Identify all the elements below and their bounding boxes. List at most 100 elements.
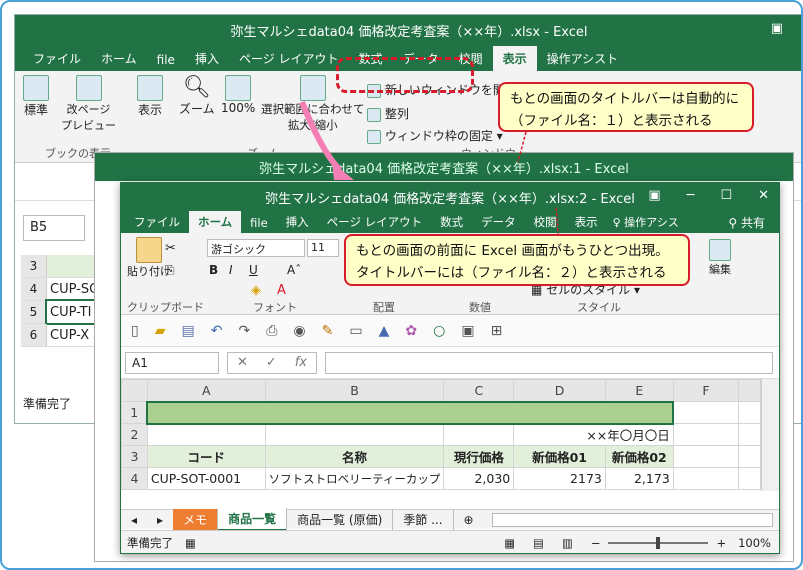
header-cell[interactable]: 現行価格	[443, 445, 515, 468]
column-header[interactable]: A	[146, 379, 266, 402]
sheet-tab-season[interactable]: 季節 ...	[393, 509, 454, 530]
tell-me-box[interactable]: 操作アシスト	[537, 46, 629, 71]
column-header[interactable]: C	[443, 379, 515, 402]
page-break-preview-button[interactable]: 改ページ プレビュー	[61, 75, 116, 133]
sheet-tab-products[interactable]: 商品一覧	[218, 508, 288, 531]
font-name-select[interactable]: 游ゴシック	[207, 239, 305, 257]
tab-page-layout[interactable]: ページ レイアウト	[229, 46, 349, 71]
name-box[interactable]: A1	[125, 351, 219, 374]
data-cell[interactable]: ソフトストロベリーティーカップ	[264, 467, 445, 490]
underline-button[interactable]: U	[249, 263, 258, 277]
tab-view[interactable]: 表示	[492, 46, 537, 71]
close-icon[interactable]: ✕	[758, 188, 769, 203]
data-cell[interactable]: 2173	[513, 467, 606, 490]
page-break-icon[interactable]: ▥	[562, 536, 573, 550]
zoom-level[interactable]: 100%	[738, 536, 771, 550]
restore-icon[interactable]: ▣	[771, 21, 783, 36]
cancel-icon[interactable]: ✕	[237, 355, 248, 370]
sheet-tab-products-cost[interactable]: 商品一覧 (原価)	[287, 509, 394, 530]
freeze-icon	[367, 129, 381, 144]
normal-view-icon[interactable]: ▦	[504, 536, 515, 550]
vertical-scrollbar[interactable]	[761, 379, 779, 491]
picture-icon[interactable]: ▣	[461, 323, 474, 339]
date-cell[interactable]: ××年〇月〇日	[513, 423, 674, 446]
minimize-icon[interactable]: ─	[687, 188, 695, 203]
header-cell[interactable]: 新価格01	[513, 445, 606, 468]
tab-view[interactable]: 表示	[566, 211, 607, 233]
horizontal-scrollbar[interactable]	[491, 512, 773, 527]
print-preview-icon[interactable]: ⎙	[266, 323, 277, 339]
zoom-out-icon[interactable]: −	[591, 536, 601, 550]
data-cell[interactable]: CUP-SOT-0001	[146, 467, 266, 490]
column-header[interactable]: F	[672, 379, 740, 402]
sheet-tab-memo[interactable]: メモ	[173, 509, 219, 530]
tab-page-layout[interactable]: ページ レイアウト	[318, 211, 431, 233]
new-file-icon[interactable]: ▯	[131, 323, 139, 339]
redo-icon[interactable]: ↷	[238, 323, 250, 339]
page-layout-icon[interactable]: ▤	[533, 536, 544, 550]
chart-icon[interactable]: ▲	[379, 323, 390, 339]
maximize-icon[interactable]: ☐	[720, 188, 732, 203]
selected-cell-a1[interactable]	[146, 400, 675, 425]
font-color-icon[interactable]: A	[277, 283, 286, 298]
tab-file2[interactable]: file	[147, 49, 185, 71]
column-header[interactable]: E	[604, 379, 674, 402]
select-all-corner[interactable]	[121, 379, 148, 402]
shapes-icon[interactable]: ✿	[405, 323, 417, 339]
alignment-group-label: 配置	[373, 301, 395, 314]
freeze-panes-button[interactable]: ウィンドウ枠の固定 ▾	[367, 127, 503, 144]
add-sheet-icon[interactable]: ⊕	[454, 511, 484, 529]
fill-color-icon[interactable]: ◈	[251, 283, 261, 298]
tab-formulas[interactable]: 数式	[431, 211, 472, 233]
camera-icon[interactable]: ◉	[293, 323, 305, 339]
data-cell[interactable]: 2,030	[443, 467, 515, 490]
add-icon[interactable]: ⊞	[491, 323, 503, 339]
header-cell[interactable]: 新価格02	[604, 445, 674, 468]
tab-home[interactable]: ホーム	[91, 46, 147, 71]
border-icon[interactable]: ▭	[349, 323, 362, 339]
format-painter-icon[interactable]: ✎	[322, 323, 334, 339]
column-header-row: A B C D E F	[121, 379, 761, 402]
column-header[interactable]: B	[264, 379, 445, 402]
zoom-button[interactable]: 🔍︎ ズーム	[179, 75, 215, 117]
macro-record-icon[interactable]: ▦	[185, 536, 196, 550]
undo-icon[interactable]: ↶	[211, 323, 223, 339]
function-icon[interactable]: fx	[295, 355, 307, 370]
tab-file[interactable]: ファイル	[125, 211, 189, 233]
tab-home[interactable]: ホーム	[189, 211, 242, 233]
edit-button[interactable]: 編集	[709, 239, 731, 277]
show-button[interactable]: 表示	[137, 75, 163, 118]
tell-me-box[interactable]: ♀ 操作アシス	[607, 211, 685, 233]
save-icon[interactable]: ▤	[182, 323, 195, 339]
bold-button[interactable]: B	[209, 263, 218, 277]
formula-input[interactable]	[325, 351, 773, 374]
italic-button[interactable]: I	[229, 263, 233, 277]
tab-data[interactable]: データ	[472, 211, 525, 233]
header-cell[interactable]: コード	[146, 445, 266, 468]
tab-review[interactable]: 校閲	[525, 211, 566, 233]
circle-icon[interactable]: ○	[433, 323, 445, 339]
scroll-right-icon[interactable]: ▸	[147, 511, 173, 529]
share-button[interactable]: ⚲ 共有	[728, 214, 765, 231]
tab-file2[interactable]: file	[241, 213, 277, 233]
zoom-slider[interactable]	[608, 536, 709, 549]
ribbon-display-icon[interactable]: ▣	[648, 188, 660, 203]
data-cell[interactable]: 2,173	[604, 467, 674, 490]
cut-icon[interactable]: ✂	[165, 241, 176, 256]
tab-file[interactable]: ファイル	[23, 46, 91, 71]
copy-icon[interactable]: ⎘	[165, 263, 175, 278]
grow-font-button[interactable]: Aˆ	[287, 263, 301, 277]
enter-icon[interactable]: ✓	[266, 355, 277, 370]
normal-view-button[interactable]: 標準	[23, 75, 49, 118]
column-header[interactable]: D	[513, 379, 606, 402]
scroll-left-icon[interactable]: ◂	[121, 511, 147, 529]
font-size-select[interactable]: 11	[307, 239, 339, 257]
back-name-box[interactable]: B5	[23, 215, 85, 241]
tab-insert[interactable]: 挿入	[277, 211, 318, 233]
tab-insert[interactable]: 挿入	[185, 46, 229, 71]
header-cell[interactable]: 名称	[264, 445, 445, 468]
open-icon[interactable]: ▰	[155, 323, 166, 339]
zoom-in-icon[interactable]: +	[716, 536, 726, 550]
arrange-button[interactable]: 整列	[367, 105, 409, 122]
zoom-100-button[interactable]: 100%	[221, 75, 255, 115]
